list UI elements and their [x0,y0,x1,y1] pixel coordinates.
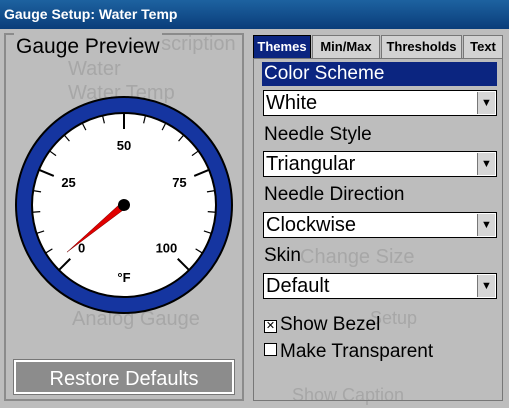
show-bezel-checkbox[interactable]: ✕ Show Bezel [264,313,380,337]
skin-select[interactable]: Default ▼ [263,273,497,299]
window-title: Gauge Setup: Water Temp [0,0,509,29]
needle-direction-value: Clockwise [266,214,357,236]
checkbox-icon[interactable]: ✕ [264,320,277,333]
needle-style-label: Needle Style [264,124,372,145]
gauge-tick-label: 100 [156,240,178,255]
checkbox-icon[interactable] [264,343,277,356]
show-bezel-label: Show Bezel [280,314,381,335]
tab-themes[interactable]: Themes [253,35,311,59]
make-transparent-checkbox[interactable]: Make Transparent [264,340,433,364]
needle-direction-select[interactable]: Clockwise ▼ [263,212,497,238]
needle-style-value: Triangular [266,153,356,175]
gauge-unit-label: °F [117,270,130,285]
tab-thresholds[interactable]: Thresholds [381,35,462,59]
gauge-preview-dial: 0255075100 °F [15,96,233,314]
gauge-minor-tick [207,210,216,213]
chevron-down-icon[interactable]: ▼ [477,214,495,236]
gauge-tick-label: 25 [61,175,75,190]
needle-style-select[interactable]: Triangular ▼ [263,151,497,177]
color-scheme-label: Color Scheme [262,62,497,86]
chevron-down-icon[interactable]: ▼ [477,92,495,114]
gauge-tick-label: 75 [172,175,186,190]
color-scheme-select[interactable]: White ▼ [263,90,497,116]
restore-defaults-button[interactable]: Restore Defaults [13,359,235,395]
gauge-tick-label: 50 [117,138,131,153]
color-scheme-value: White [266,92,318,114]
gauge-preview-label: Gauge Preview [14,33,162,61]
tab-min-max[interactable]: Min/Max [312,35,380,59]
skin-label: Skin [264,245,301,266]
gauge-hub [118,199,130,211]
make-transparent-label: Make Transparent [280,341,434,362]
tab-text[interactable]: Text [463,35,503,59]
needle-direction-label: Needle Direction [264,184,405,205]
skin-value: Default [266,275,330,297]
gauge-minor-tick [32,210,41,213]
chevron-down-icon[interactable]: ▼ [477,153,495,175]
chevron-down-icon[interactable]: ▼ [477,275,495,297]
